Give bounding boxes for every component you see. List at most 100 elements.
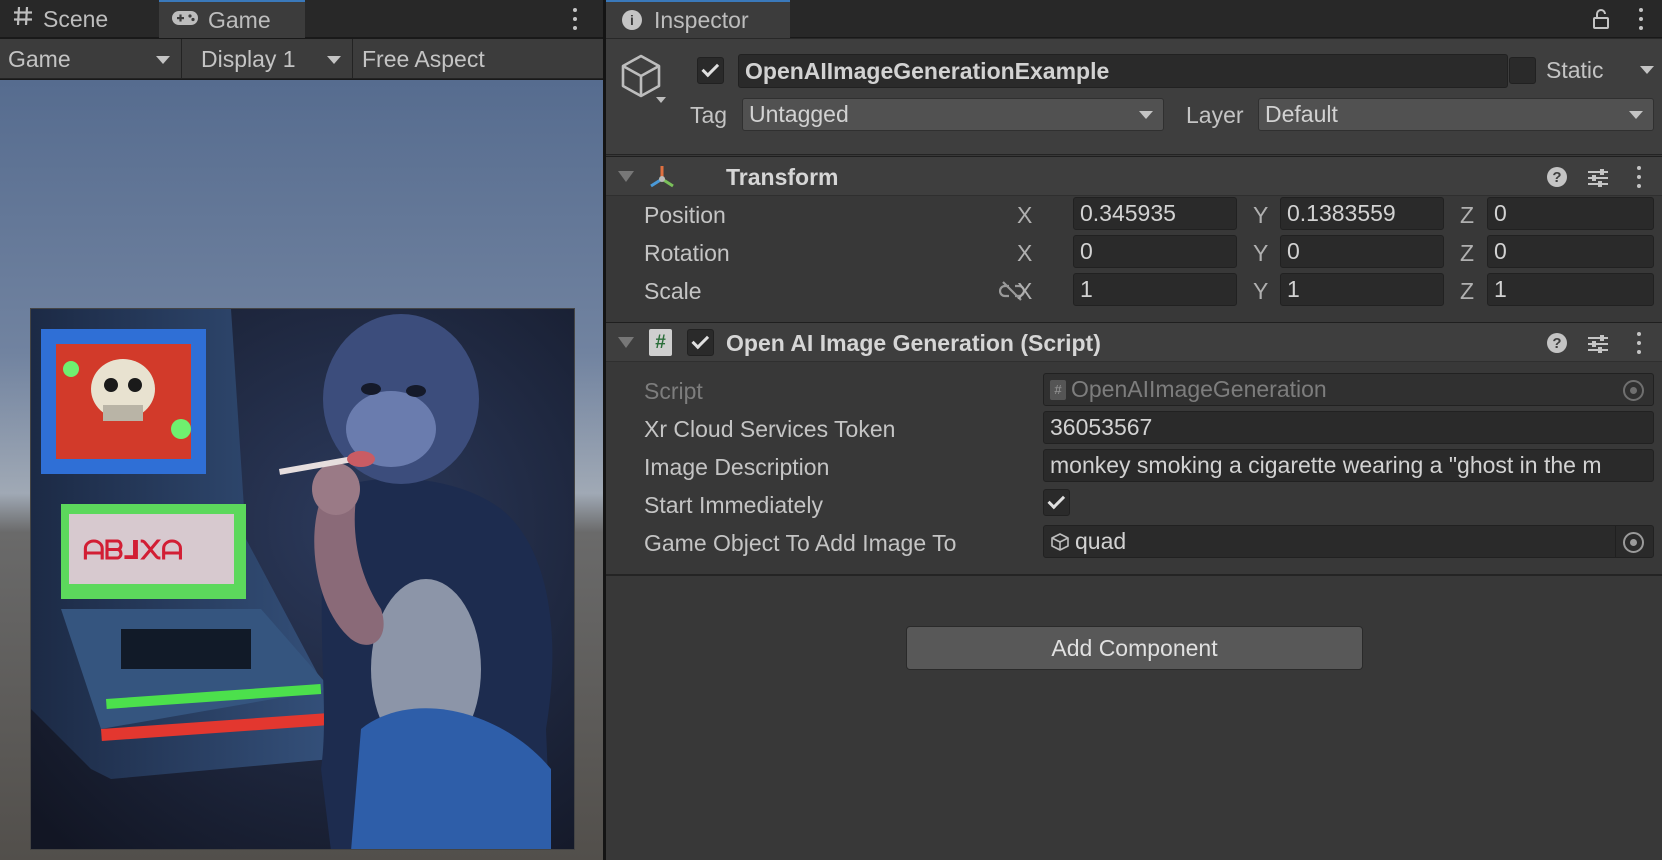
inspector-tab-bar: i Inspector bbox=[606, 0, 1662, 38]
gamepad-icon bbox=[171, 7, 199, 34]
more-options-icon[interactable] bbox=[1634, 166, 1644, 188]
layer-value: Default bbox=[1265, 101, 1338, 127]
transform-header[interactable]: Transform ? bbox=[606, 156, 1662, 196]
game-panel: Scene Game Game Display 1 Free Aspect ᗩᗷ… bbox=[0, 0, 603, 860]
more-options-icon[interactable] bbox=[1636, 8, 1646, 30]
add-component-label: Add Component bbox=[1051, 634, 1218, 661]
token-input[interactable]: 36053567 bbox=[1043, 411, 1654, 444]
rotation-z-value: 0 bbox=[1494, 238, 1507, 264]
scale-y-value: 1 bbox=[1287, 276, 1300, 302]
tab-inspector-label: Inspector bbox=[654, 6, 749, 33]
presets-icon[interactable] bbox=[1587, 167, 1609, 194]
game-toolbar: Game Display 1 Free Aspect bbox=[0, 39, 603, 79]
foldout-arrow-icon[interactable] bbox=[618, 337, 634, 348]
chevron-down-icon bbox=[1139, 111, 1153, 119]
chevron-down-icon bbox=[1629, 111, 1643, 119]
layer-dropdown[interactable]: Default bbox=[1258, 98, 1654, 131]
target-object-field[interactable]: quad bbox=[1043, 525, 1654, 558]
static-checkbox[interactable] bbox=[1509, 57, 1536, 84]
generated-image: ᗩᗷ⅃᙭ᗩ bbox=[30, 308, 575, 850]
add-component-button[interactable]: Add Component bbox=[906, 626, 1363, 670]
component-divider bbox=[606, 574, 1662, 576]
position-label: Position bbox=[644, 202, 726, 228]
scale-x-field[interactable]: 1 bbox=[1073, 273, 1237, 306]
position-y-field[interactable]: 0.1383559 bbox=[1280, 197, 1444, 230]
axis-z-label: Z bbox=[1460, 202, 1475, 228]
object-picker-icon[interactable] bbox=[1623, 532, 1644, 553]
inspector-body: OpenAIImageGenerationExample Static Tag … bbox=[606, 39, 1662, 860]
script-label: Script bbox=[644, 378, 703, 404]
script-component-header[interactable]: # Open AI Image Generation (Script) ? bbox=[606, 322, 1662, 362]
start-immediately-checkbox[interactable] bbox=[1043, 489, 1070, 516]
display-dropdown-label: Display 1 bbox=[201, 45, 296, 72]
image-description-input[interactable]: monkey smoking a cigarette wearing a "gh… bbox=[1043, 449, 1654, 482]
rotation-y-field[interactable]: 0 bbox=[1280, 235, 1444, 268]
tab-game-label: Game bbox=[208, 6, 271, 33]
inspector-panel: i Inspector OpenAIImageGenerationExample… bbox=[606, 0, 1662, 860]
display-dropdown[interactable]: Display 1 bbox=[183, 39, 353, 79]
game-view-viewport[interactable]: ᗩᗷ⅃᙭ᗩ bbox=[0, 80, 603, 860]
help-icon[interactable]: ? bbox=[1547, 333, 1567, 353]
cube-icon bbox=[1050, 532, 1070, 552]
scale-z-field[interactable]: 1 bbox=[1487, 273, 1654, 306]
aspect-dropdown-label: Free Aspect bbox=[362, 45, 485, 72]
tag-label: Tag bbox=[690, 102, 728, 128]
object-name-input[interactable]: OpenAIImageGenerationExample bbox=[738, 54, 1508, 88]
script-reference-value: OpenAIImageGeneration bbox=[1071, 376, 1327, 402]
aspect-dropdown[interactable]: Free Aspect bbox=[354, 39, 603, 79]
tab-inspector[interactable]: i Inspector bbox=[606, 0, 790, 38]
view-dropdown[interactable]: Game bbox=[0, 39, 182, 79]
position-z-value: 0 bbox=[1494, 200, 1507, 226]
script-component-title: Open AI Image Generation (Script) bbox=[726, 330, 1101, 356]
hash-grid-icon bbox=[12, 5, 34, 33]
more-options-icon[interactable] bbox=[1634, 332, 1644, 354]
tab-game[interactable]: Game bbox=[159, 0, 305, 38]
layer-label: Layer bbox=[1186, 102, 1244, 128]
help-icon[interactable]: ? bbox=[1547, 167, 1567, 187]
checkmark-icon bbox=[690, 331, 709, 350]
checkmark-icon bbox=[700, 59, 719, 78]
axis-y-label: Y bbox=[1253, 240, 1269, 266]
object-picker-icon bbox=[1623, 380, 1644, 401]
static-dropdown-icon[interactable] bbox=[1640, 66, 1654, 74]
position-x-field[interactable]: 0.345935 bbox=[1073, 197, 1237, 230]
axis-x-label: X bbox=[1017, 240, 1033, 266]
scale-label: Scale bbox=[644, 278, 702, 304]
active-checkbox[interactable] bbox=[697, 57, 724, 84]
more-options-icon[interactable] bbox=[570, 8, 580, 30]
position-z-field[interactable]: 0 bbox=[1487, 197, 1654, 230]
target-object-value: quad bbox=[1075, 528, 1127, 554]
tag-dropdown[interactable]: Untagged bbox=[742, 98, 1164, 131]
view-dropdown-label: Game bbox=[8, 45, 71, 72]
rotation-x-field[interactable]: 0 bbox=[1073, 235, 1237, 268]
foldout-arrow-icon[interactable] bbox=[618, 171, 634, 182]
svg-text:ᗩᗷ⅃᙭ᗩ: ᗩᗷ⅃᙭ᗩ bbox=[83, 536, 183, 566]
scale-x-value: 1 bbox=[1080, 276, 1093, 302]
game-object-cube-icon[interactable] bbox=[620, 53, 666, 111]
script-enabled-checkbox[interactable] bbox=[687, 329, 714, 356]
scale-y-field[interactable]: 1 bbox=[1280, 273, 1444, 306]
position-y-value: 0.1383559 bbox=[1287, 200, 1396, 226]
tab-scene[interactable]: Scene bbox=[12, 0, 158, 38]
presets-icon[interactable] bbox=[1587, 333, 1609, 360]
chevron-down-icon bbox=[156, 56, 170, 64]
info-icon: i bbox=[622, 10, 642, 30]
tag-value: Untagged bbox=[749, 101, 849, 127]
script-file-icon: # bbox=[1050, 379, 1066, 400]
target-object-label: Game Object To Add Image To bbox=[644, 530, 957, 556]
axis-z-label: Z bbox=[1460, 278, 1475, 304]
checkmark-icon bbox=[1046, 491, 1065, 510]
image-description-label: Image Description bbox=[644, 454, 830, 480]
tab-scene-label: Scene bbox=[43, 5, 109, 32]
lock-icon[interactable] bbox=[1592, 8, 1610, 36]
game-object-header: OpenAIImageGenerationExample Static Tag … bbox=[606, 39, 1662, 155]
static-label: Static bbox=[1546, 57, 1604, 83]
transform-title: Transform bbox=[726, 164, 839, 190]
scale-z-value: 1 bbox=[1494, 276, 1507, 302]
axis-y-label: Y bbox=[1253, 278, 1269, 304]
axis-x-label: X bbox=[1017, 278, 1033, 304]
rotation-z-field[interactable]: 0 bbox=[1487, 235, 1654, 268]
image-description-value: monkey smoking a cigarette wearing a "gh… bbox=[1050, 452, 1602, 478]
transform-axes-icon bbox=[648, 164, 676, 196]
csharp-script-icon: # bbox=[649, 329, 672, 356]
